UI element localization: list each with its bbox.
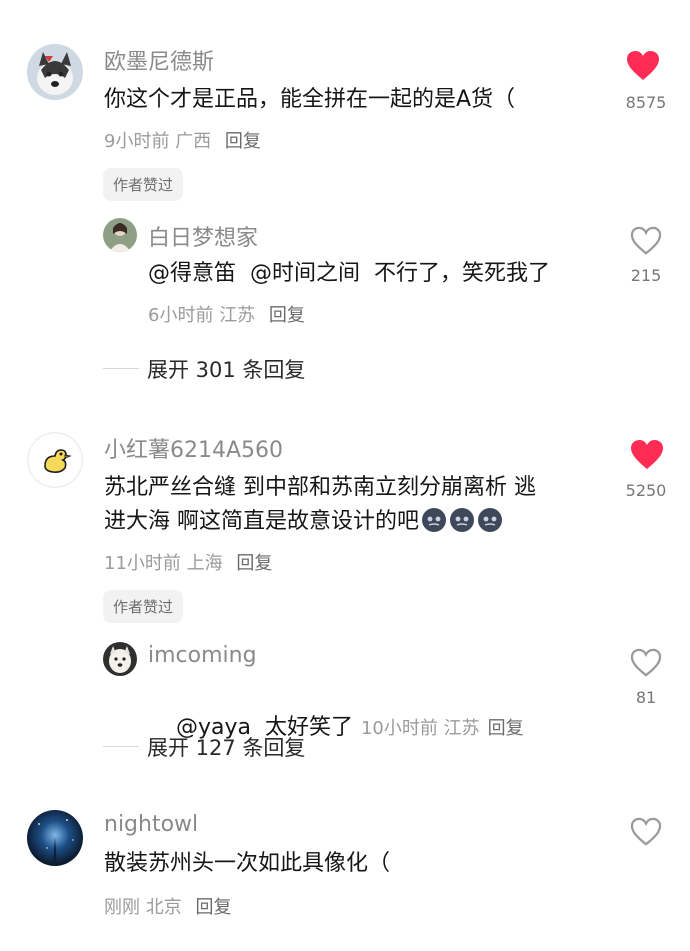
divider <box>103 368 139 369</box>
duck-avatar-icon[interactable] <box>27 432 83 488</box>
reply-location: 江苏 <box>443 718 480 739</box>
comment-meta: 刚刚 北京 回复 <box>104 893 231 919</box>
dog-avatar-icon[interactable] <box>103 642 137 676</box>
comment-text: 你这个才是正品，能全拼在一起的是A货（ <box>104 87 516 112</box>
heart-outline-icon <box>630 817 662 846</box>
comment-text: 进大海 啊这简直是故意设计的吧 <box>104 509 419 534</box>
comment-meta: 9小时前 广西 回复 <box>104 127 261 153</box>
heart-filled-icon <box>631 440 663 469</box>
heart-outline-icon <box>630 648 662 677</box>
like-button[interactable] <box>630 817 662 851</box>
comment-text-line-2: 进大海 啊这简直是故意设计的吧 <box>104 506 503 543</box>
comment-location: 北京 <box>145 897 182 918</box>
heart-filled-icon <box>627 51 659 80</box>
comment-meta: 11小时前 上海 回复 <box>104 549 272 575</box>
comment-username[interactable]: nightowl <box>104 812 198 837</box>
comment-time: 刚刚 <box>104 897 140 918</box>
comment-username[interactable]: 欧墨尼德斯 <box>104 44 214 76</box>
like-button[interactable] <box>626 50 660 86</box>
reply-line: @yaya 太好笑了 10小时前 江苏 回复 <box>148 680 524 777</box>
like-count: 215 <box>630 266 662 285</box>
reply-button[interactable]: 回复 <box>225 131 261 152</box>
comment-time: 9小时前 <box>104 131 170 152</box>
reply-button[interactable]: 回复 <box>195 897 231 918</box>
like-count: 81 <box>635 688 657 707</box>
author-liked-badge: 作者赞过 <box>103 590 184 623</box>
like-button[interactable] <box>630 226 662 260</box>
reply-time: 10小时前 <box>360 718 438 739</box>
like-button[interactable] <box>630 648 662 682</box>
reply-username[interactable]: imcoming <box>148 643 257 668</box>
reply-username[interactable]: 白日梦想家 <box>148 220 258 252</box>
comment-location: 广西 <box>175 131 212 152</box>
portrait-avatar-icon[interactable] <box>103 218 137 252</box>
reply-button[interactable]: 回复 <box>269 305 305 326</box>
comment-username[interactable]: 小红薯6214A560 <box>104 432 283 464</box>
husky-avatar-icon[interactable] <box>27 44 83 100</box>
comment-text: 散装苏州头一次如此具像化（ <box>104 851 391 876</box>
comment-time: 11小时前 <box>104 553 181 574</box>
reply-location: 江苏 <box>219 305 256 326</box>
like-button[interactable] <box>630 439 664 475</box>
reply-button[interactable]: 回复 <box>488 718 524 739</box>
comment-location: 上海 <box>186 553 223 574</box>
sweat-emoji-icon <box>421 507 503 543</box>
reply-text: @得意笛 @时间之间 不行了，笑死我了 <box>148 261 550 286</box>
reply-button[interactable]: 回复 <box>236 553 272 574</box>
night-sky-avatar-icon[interactable] <box>27 810 83 866</box>
divider <box>103 746 139 747</box>
heart-outline-icon <box>630 226 662 255</box>
expand-replies-text[interactable]: 展开 301 条回复 <box>147 354 305 384</box>
reply-meta: 6小时前 江苏 回复 <box>148 301 305 327</box>
author-liked-badge: 作者赞过 <box>103 168 184 201</box>
like-count: 8575 <box>625 93 667 112</box>
comment-text-line-1: 苏北严丝合缝 到中部和苏南立刻分崩离析 逃 <box>104 475 536 500</box>
reply-time: 6小时前 <box>148 305 214 326</box>
expand-replies-text[interactable]: 展开 127 条回复 <box>147 732 305 762</box>
like-count: 5250 <box>625 481 667 500</box>
